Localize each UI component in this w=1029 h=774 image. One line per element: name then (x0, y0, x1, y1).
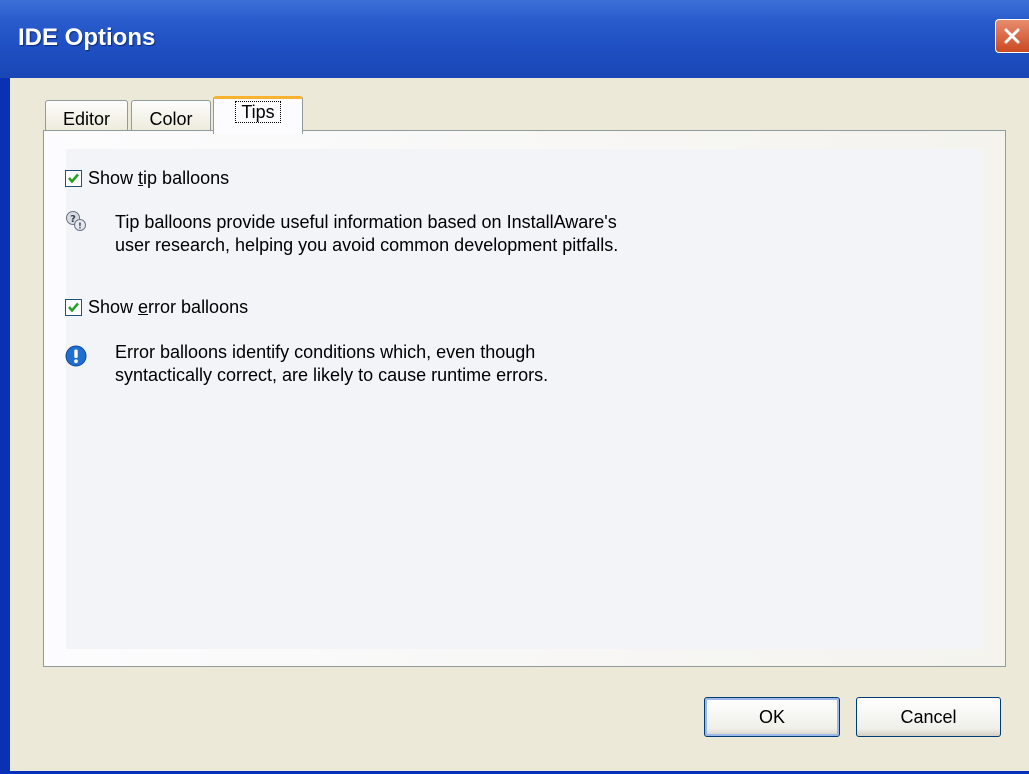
show-tip-balloons-checkbox[interactable]: Show tip balloons (65, 168, 229, 189)
show-error-balloons-label: Show error balloons (88, 297, 249, 317)
tab-color-label: Color (149, 109, 193, 129)
tab-color[interactable]: Color (131, 100, 211, 134)
error-balloons-description: Error balloons identify conditions which… (115, 341, 548, 387)
checkmark-icon (68, 173, 79, 184)
dialog-window: IDE Options Editor Color Tips Show tip b… (0, 0, 1029, 774)
checkmark-icon (68, 302, 79, 313)
help-tip-icon: ? ! (66, 211, 86, 231)
close-icon (1004, 28, 1020, 44)
ok-button[interactable]: OK (704, 697, 840, 737)
tip-description-line-2: user research, helping you avoid common … (115, 235, 619, 255)
tab-editor-label: Editor (62, 109, 111, 129)
svg-text:!: ! (78, 222, 82, 231)
checkbox-box[interactable] (65, 299, 82, 316)
tab-editor[interactable]: Editor (45, 100, 128, 134)
tips-panel: Show tip balloons ? ! Tip balloons provi… (43, 130, 1006, 667)
cancel-button[interactable]: Cancel (856, 697, 1001, 737)
window-frame (0, 78, 10, 774)
tip-balloons-description: Tip balloons provide useful information … (115, 211, 618, 257)
title-bar[interactable]: IDE Options (0, 0, 1029, 78)
tab-tips[interactable]: Tips (213, 96, 303, 134)
window-title: IDE Options (18, 24, 156, 51)
checkbox-box[interactable] (65, 170, 82, 187)
error-description-line-2: syntactically correct, are likely to cau… (115, 365, 549, 385)
show-error-balloons-checkbox[interactable]: Show error balloons (65, 297, 248, 318)
tip-description-line-1: Tip balloons provide useful information … (115, 212, 617, 232)
close-button[interactable] (995, 19, 1029, 53)
show-tip-balloons-label: Show tip balloons (88, 168, 230, 188)
tab-tips-label: Tips (235, 101, 281, 123)
error-description-line-1: Error balloons identify conditions which… (115, 342, 536, 362)
info-exclamation-icon (65, 345, 87, 367)
